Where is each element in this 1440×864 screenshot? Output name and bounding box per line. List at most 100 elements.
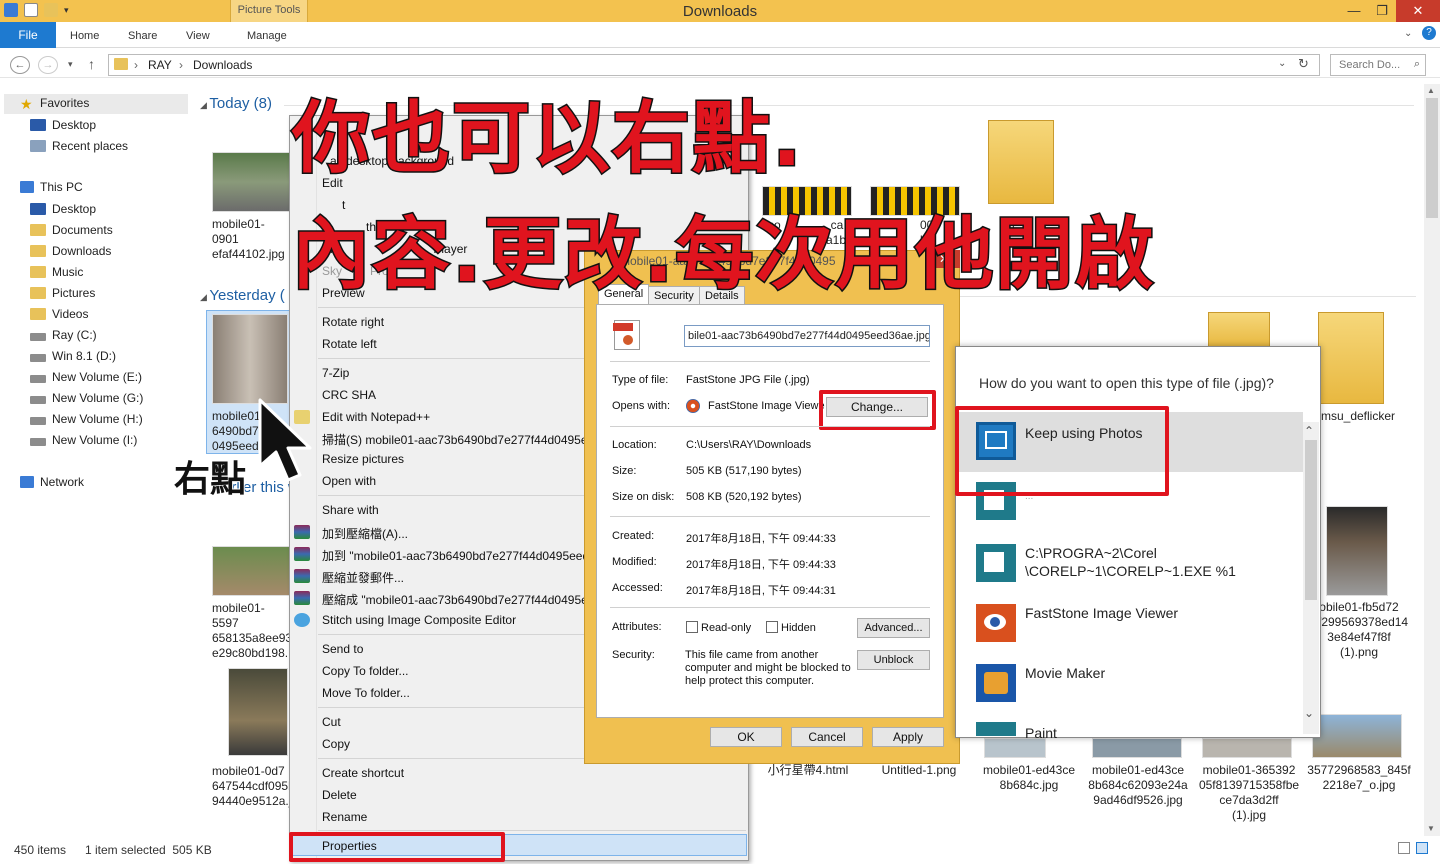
app-icon[interactable] <box>4 3 18 17</box>
menu-item-create-shortcut[interactable]: Create shortcut <box>322 766 404 780</box>
nav-drive-h[interactable]: New Volume (H:) <box>30 412 143 426</box>
group-header-yesterday[interactable]: ◢ Yesterday ( <box>200 287 285 304</box>
file-thumbnail[interactable] <box>1202 738 1292 758</box>
tab-manage[interactable]: Manage <box>247 22 287 48</box>
tab-share[interactable]: Share <box>128 22 157 48</box>
menu-item-copy[interactable]: Copy <box>322 737 350 751</box>
menu-item-7zip[interactable]: 7-Zip <box>322 366 349 380</box>
nav-downloads[interactable]: Downloads <box>30 244 111 258</box>
menu-item-resize[interactable]: Resize pictures <box>322 452 404 466</box>
chevron-up-icon[interactable]: ⌃ <box>1304 424 1314 438</box>
readonly-checkbox[interactable]: Read-only <box>686 621 751 634</box>
address-bar[interactable] <box>108 54 1320 76</box>
nav-drive-d[interactable]: Win 8.1 (D:) <box>30 349 116 363</box>
menu-item-add-archive[interactable]: 加到壓縮檔(A)... <box>322 525 408 542</box>
file-thumbnail[interactable] <box>228 668 288 756</box>
help-icon[interactable]: ? <box>1422 26 1436 40</box>
menu-item-rotate-right[interactable]: Rotate right <box>322 315 384 329</box>
corel-app-label[interactable]: C:\PROGRA~2\Corel \CORELP~1\CORELP~1.EXE … <box>1025 544 1236 580</box>
nav-recent-places[interactable]: Recent places <box>30 139 128 153</box>
address-dropdown-icon[interactable]: ⌄ <box>1278 58 1286 69</box>
menu-item-share-with[interactable]: Share with <box>322 503 379 517</box>
menu-item-copy-to-folder[interactable]: Copy To folder... <box>322 664 409 678</box>
folder-icon[interactable] <box>1208 312 1270 348</box>
movie-maker-label[interactable]: Movie Maker <box>1025 664 1105 682</box>
new-folder-icon[interactable] <box>44 3 58 17</box>
nav-network[interactable]: Network <box>20 475 84 489</box>
nav-documents[interactable]: Documents <box>30 223 113 237</box>
menu-item-delete[interactable]: Delete <box>322 788 357 802</box>
filename-field[interactable]: bile01-aac73b6490bd7e277f44d0495eed36ae.… <box>684 325 930 347</box>
group-header-today[interactable]: ◢ Today (8) <box>200 95 272 112</box>
nav-this-pc[interactable]: This PC <box>20 180 83 194</box>
menu-item-open-with[interactable]: Open with <box>322 474 376 488</box>
menu-item-cut[interactable]: Cut <box>322 715 341 729</box>
forward-button[interactable]: → <box>38 56 58 74</box>
maximize-button[interactable]: ❐ <box>1368 0 1396 22</box>
file-thumbnail[interactable] <box>1312 714 1402 758</box>
open-with-scroll-thumb[interactable] <box>1305 440 1317 600</box>
paint-icon[interactable] <box>976 722 1016 736</box>
nav-drive-i[interactable]: New Volume (I:) <box>30 433 137 447</box>
nav-drive-c[interactable]: Ray (C:) <box>30 328 97 342</box>
cancel-button[interactable]: Cancel <box>791 727 863 747</box>
menu-item-add-to[interactable]: 加到 "mobile01-aac73b6490bd7e277f44d0495ee… <box>322 547 589 564</box>
menu-item-compress-email[interactable]: 壓縮並發郵件... <box>322 569 404 586</box>
chevron-down-icon[interactable]: ▾ <box>64 3 72 17</box>
advanced-button[interactable]: Advanced... <box>857 618 930 638</box>
refresh-icon[interactable]: ↻ <box>1298 56 1309 72</box>
menu-item-crc-sha[interactable]: CRC SHA <box>322 388 376 402</box>
menu-item-send-to[interactable]: Send to <box>322 642 363 656</box>
close-button[interactable]: ✕ <box>1396 0 1440 22</box>
chevron-down-icon[interactable]: ⌄ <box>1404 28 1412 39</box>
menu-item-notepad[interactable]: Edit with Notepad++ <box>322 410 430 424</box>
nav-music[interactable]: Music <box>30 265 83 279</box>
large-icons-view-icon[interactable] <box>1416 842 1428 854</box>
file-tab[interactable]: File <box>0 22 56 48</box>
nav-favorites[interactable]: ★ Favorites <box>20 96 89 112</box>
faststone-app-icon[interactable] <box>976 604 1016 642</box>
corel-app-icon[interactable] <box>976 544 1016 582</box>
unblock-button[interactable]: Unblock <box>857 650 930 670</box>
nav-fav-desktop[interactable]: Desktop <box>30 118 96 132</box>
file-thumbnail[interactable] <box>212 152 290 212</box>
up-button[interactable]: ↑ <box>88 56 95 72</box>
movie-maker-icon[interactable] <box>976 664 1016 702</box>
tab-home[interactable]: Home <box>70 22 99 48</box>
minimize-button[interactable]: — <box>1340 0 1368 22</box>
nav-videos[interactable]: Videos <box>30 307 88 321</box>
scrollbar-thumb[interactable] <box>1426 98 1438 218</box>
nav-drive-e[interactable]: New Volume (E:) <box>30 370 142 384</box>
apply-button[interactable]: Apply <box>872 727 944 747</box>
menu-item-scan[interactable]: 掃描(S) mobile01-aac73b6490bd7e277f44d0495… <box>322 431 594 448</box>
breadcrumb-ray[interactable]: RAY <box>148 58 172 72</box>
menu-item-rename[interactable]: Rename <box>322 810 367 824</box>
file-thumbnail[interactable] <box>1326 506 1388 596</box>
file-thumbnail[interactable] <box>212 314 288 404</box>
menu-item-compress-to[interactable]: 壓縮成 "mobile01-aac73b6490bd7e277f44d0495e <box>322 591 588 608</box>
file-thumbnail[interactable] <box>984 738 1046 758</box>
file-thumbnail[interactable] <box>1092 738 1182 758</box>
tab-view[interactable]: View <box>186 22 210 48</box>
scroll-down-icon[interactable]: ▼ <box>1427 824 1435 833</box>
checkbox-box[interactable] <box>766 621 778 633</box>
paint-label[interactable]: Paint <box>1025 724 1057 738</box>
scroll-up-icon[interactable]: ▲ <box>1427 86 1435 95</box>
properties-icon[interactable] <box>24 3 38 17</box>
breadcrumb-downloads[interactable]: Downloads <box>193 58 252 72</box>
menu-item-stitch[interactable]: Stitch using Image Composite Editor <box>322 613 516 627</box>
folder-icon[interactable] <box>1318 312 1384 404</box>
details-view-icon[interactable] <box>1398 842 1410 854</box>
checkbox-box[interactable] <box>686 621 698 633</box>
recent-locations-icon[interactable]: ▾ <box>68 59 73 70</box>
nav-pictures[interactable]: Pictures <box>30 286 95 300</box>
faststone-app-label[interactable]: FastStone Image Viewer <box>1025 604 1178 622</box>
menu-item-move-to-folder[interactable]: Move To folder... <box>322 686 410 700</box>
nav-desktop[interactable]: Desktop <box>30 202 96 216</box>
nav-drive-g[interactable]: New Volume (G:) <box>30 391 143 405</box>
chevron-down-icon[interactable]: ⌄ <box>1304 706 1314 720</box>
back-button[interactable]: ← <box>10 56 30 74</box>
hidden-checkbox[interactable]: Hidden <box>766 621 816 634</box>
menu-item-rotate-left[interactable]: Rotate left <box>322 337 377 351</box>
search-input[interactable]: Search Do... ⌕ <box>1330 54 1426 76</box>
